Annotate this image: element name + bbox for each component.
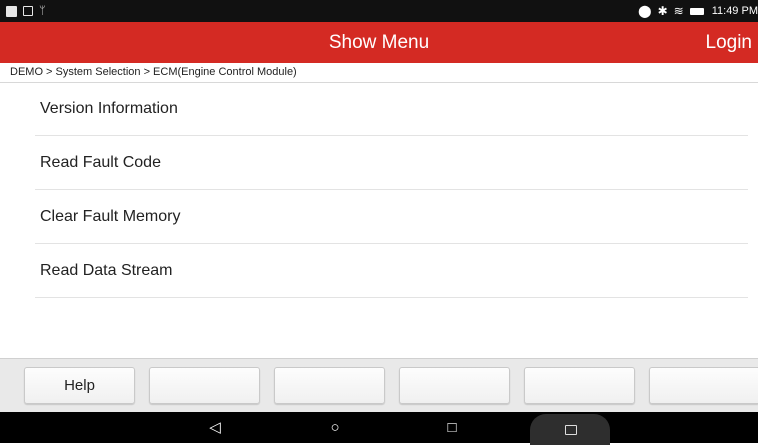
menu-item-version-information[interactable]: Version Information: [35, 83, 748, 136]
location-icon: ⬤: [638, 4, 652, 18]
status-bar: ᛘ ⬤ ✱ ≋ 11:49 PM: [0, 0, 758, 22]
notification-gallery-icon: [23, 6, 33, 16]
toolbar-button-2[interactable]: [149, 367, 260, 404]
battery-icon: [689, 7, 704, 15]
status-right-icons: ⬤ ✱ ≋ 11:49 PM: [638, 3, 758, 19]
back-icon[interactable]: ◁: [200, 412, 230, 443]
screens-icon[interactable]: [530, 414, 610, 445]
menu-item-clear-fault-memory[interactable]: Clear Fault Memory: [35, 190, 748, 244]
breadcrumb: DEMO > System Selection > ECM(Engine Con…: [0, 63, 758, 83]
toolbar-button-5[interactable]: [524, 367, 635, 404]
recents-icon[interactable]: □: [437, 412, 467, 443]
toolbar-button-6[interactable]: [649, 367, 758, 404]
notification-image-icon: [6, 5, 17, 17]
menu-list: Version Information Read Fault Code Clea…: [35, 83, 748, 298]
bluetooth-icon: ✱: [657, 4, 668, 18]
bottom-toolbar: Help: [0, 358, 758, 412]
app-header: Show Menu Login: [0, 22, 758, 63]
status-left-icons: ᛘ: [6, 4, 46, 18]
usb-icon: ᛘ: [39, 5, 46, 17]
page-title: Show Menu: [328, 32, 430, 53]
toolbar-button-4[interactable]: [399, 367, 510, 404]
help-button[interactable]: Help: [24, 367, 135, 404]
login-button[interactable]: Login: [706, 22, 753, 63]
home-icon[interactable]: ○: [320, 412, 350, 443]
toolbar-button-3[interactable]: [274, 367, 385, 404]
system-nav-bar: ◁ ○ □: [0, 412, 758, 445]
screens-glyph: [565, 425, 577, 435]
menu-item-read-data-stream[interactable]: Read Data Stream: [35, 244, 748, 298]
menu-item-read-fault-code[interactable]: Read Fault Code: [35, 136, 748, 190]
status-clock: 11:49 PM: [711, 5, 758, 17]
wifi-icon: ≋: [673, 4, 684, 18]
